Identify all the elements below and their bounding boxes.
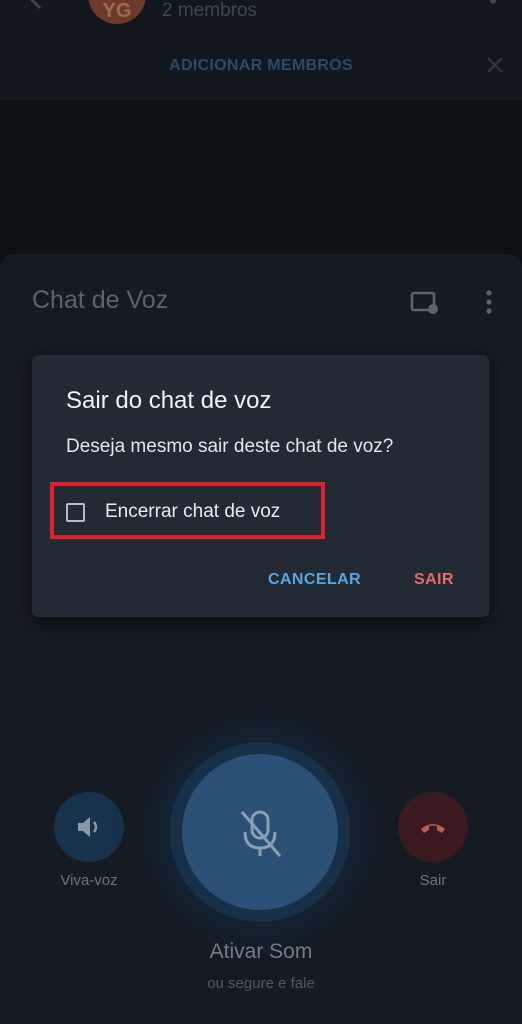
confirm-leave-button[interactable]: SAIR <box>414 571 454 589</box>
panel-title: Chat de Voz <box>32 286 169 314</box>
end-voice-chat-option[interactable]: Encerrar chat de voz <box>66 499 280 525</box>
unmute-hint: ou segure e fale <box>207 975 315 992</box>
speaker-button[interactable] <box>54 792 124 862</box>
leave-voice-chat-dialog: Sair do chat de voz Deseja mesmo sair de… <box>32 355 489 617</box>
speaker-icon <box>78 817 98 837</box>
avatar[interactable]: YG <box>88 0 146 24</box>
unmute-label: Ativar Som <box>209 940 313 963</box>
more-vertical-icon[interactable] <box>484 290 494 316</box>
dialog-title: Sair do chat de voz <box>66 387 272 414</box>
chat-header: YG 2 membros ADICIONAR MEMBROS <box>0 0 522 100</box>
leave-label: Sair <box>419 872 447 889</box>
leave-call-button[interactable] <box>398 792 468 862</box>
screen-share-icon[interactable] <box>410 290 440 316</box>
end-voice-chat-checkbox[interactable] <box>66 502 85 522</box>
unmute-mic-button[interactable] <box>182 754 338 910</box>
member-count: 2 membros <box>162 0 258 21</box>
voice-chat-screen: YG 2 membros ADICIONAR MEMBROS Chat de V… <box>0 0 522 1024</box>
close-icon[interactable] <box>486 56 504 74</box>
back-arrow-icon[interactable] <box>24 0 44 10</box>
mic-off-icon <box>240 810 282 857</box>
checkbox-label[interactable]: Encerrar chat de voz <box>105 501 280 523</box>
dialog-message: Deseja mesmo sair deste chat de voz? <box>66 436 394 457</box>
more-vertical-icon[interactable] <box>490 0 496 6</box>
phone-hangup-icon <box>421 824 445 833</box>
speaker-label: Viva-voz <box>60 872 118 889</box>
cancel-button[interactable]: CANCELAR <box>268 571 361 589</box>
add-members-button[interactable]: ADICIONAR MEMBROS <box>0 57 522 75</box>
